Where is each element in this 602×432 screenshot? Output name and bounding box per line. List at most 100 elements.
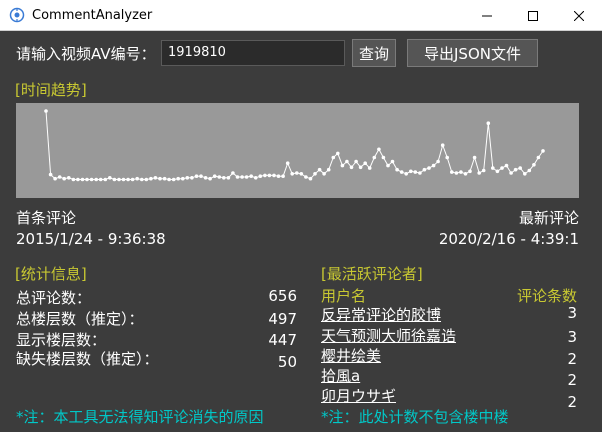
trend-data-point bbox=[44, 109, 48, 113]
minimize-icon bbox=[482, 15, 492, 16]
trend-data-point bbox=[281, 174, 285, 178]
close-icon bbox=[574, 10, 584, 21]
trend-data-point bbox=[354, 159, 358, 164]
close-button[interactable] bbox=[556, 0, 602, 31]
trend-data-point bbox=[326, 167, 331, 172]
trend-data-point bbox=[477, 171, 482, 175]
trend-data-point bbox=[112, 177, 117, 182]
trend-data-point bbox=[253, 176, 258, 180]
trend-data-point bbox=[459, 170, 463, 174]
trend-data-point bbox=[103, 177, 108, 182]
active-user-count: 3 bbox=[567, 304, 577, 322]
active-user-name[interactable]: 天气预测大师徐嘉诰 bbox=[321, 325, 456, 346]
trend-data-point bbox=[194, 174, 199, 178]
column-header-count: 评论条数 bbox=[516, 287, 577, 305]
trend-data-point bbox=[308, 176, 313, 181]
trend-data-point bbox=[235, 175, 240, 179]
trend-data-point bbox=[404, 172, 409, 176]
trend-data-point bbox=[504, 163, 509, 168]
active-user-count: 2 bbox=[567, 371, 577, 389]
trend-data-point bbox=[541, 149, 545, 153]
trend-data-point bbox=[381, 155, 386, 160]
active-user-name[interactable]: 反异常评论的胶博 bbox=[321, 304, 441, 325]
trend-data-point bbox=[491, 166, 495, 170]
trend-data-point bbox=[71, 177, 76, 182]
trend-data-point bbox=[336, 151, 340, 156]
trend-data-point bbox=[399, 170, 404, 174]
active-user-name[interactable]: 樱井绘美 bbox=[321, 345, 381, 366]
column-header-username: 用户名 bbox=[321, 287, 367, 305]
trend-data-point bbox=[450, 170, 454, 174]
trend-line-chart bbox=[44, 109, 545, 182]
trend-data-point bbox=[390, 159, 395, 164]
trend-data-point bbox=[322, 172, 326, 176]
trend-data-point bbox=[185, 176, 190, 180]
minimize-button[interactable] bbox=[464, 0, 510, 31]
stat-total-comments-label: 总评论数： bbox=[16, 289, 92, 307]
trend-data-point bbox=[203, 176, 208, 180]
trend-data-point bbox=[94, 177, 98, 182]
query-button[interactable]: 查询 bbox=[352, 39, 396, 67]
trend-data-point bbox=[263, 173, 267, 178]
trend-data-point bbox=[117, 177, 121, 182]
active-section-title: [最活跃评论者] bbox=[321, 265, 423, 283]
trend-data-point bbox=[57, 175, 62, 179]
stat-total-floors-label: 总楼层数（推定）： bbox=[16, 310, 144, 328]
stat-shown-floors-value: 447 bbox=[268, 331, 297, 349]
export-json-button[interactable]: 导出JSON文件 bbox=[407, 39, 538, 67]
trend-series-line bbox=[45, 110, 544, 180]
trend-chart bbox=[16, 103, 579, 198]
av-number-input[interactable]: 1919810 bbox=[161, 40, 345, 66]
trend-data-point bbox=[463, 172, 468, 176]
trend-data-point bbox=[217, 175, 222, 179]
stat-missing-floors-label: 缺失楼层数（推定）： bbox=[16, 350, 159, 368]
trend-data-point bbox=[48, 172, 53, 177]
trend-data-point bbox=[436, 159, 440, 164]
trend-data-point bbox=[427, 166, 431, 170]
active-note: *注：此处计数不包含楼中楼 bbox=[321, 408, 509, 426]
trend-data-point bbox=[340, 163, 345, 168]
maximize-button[interactable] bbox=[510, 0, 556, 31]
trend-data-point bbox=[299, 172, 304, 176]
trend-data-point bbox=[126, 177, 130, 182]
stat-missing-floors-value: 50 bbox=[277, 353, 297, 371]
trend-data-point bbox=[523, 172, 527, 176]
trend-data-point bbox=[363, 161, 368, 165]
active-user-count: 3 bbox=[567, 328, 577, 346]
trend-data-point bbox=[108, 176, 112, 180]
trend-data-point bbox=[518, 166, 522, 170]
trend-data-point bbox=[231, 171, 235, 175]
trend-data-point bbox=[62, 176, 66, 181]
trend-data-point bbox=[304, 175, 308, 179]
trend-data-point bbox=[190, 176, 194, 180]
trend-data-point bbox=[358, 165, 363, 170]
active-user-name[interactable]: 卯月ウサギ bbox=[321, 385, 396, 406]
trend-data-point bbox=[167, 177, 171, 182]
stats-note: *注：本工具无法得知评论消失的原因 bbox=[16, 408, 264, 426]
trend-data-point bbox=[317, 167, 322, 172]
trend-section-title: [时间趋势] bbox=[15, 81, 87, 99]
trend-data-point bbox=[285, 161, 290, 165]
last-comment-time: 2020/2/16 - 4:39:1 bbox=[438, 230, 579, 248]
trend-data-point bbox=[76, 177, 80, 182]
trend-data-point bbox=[500, 166, 504, 170]
trend-data-point bbox=[98, 177, 103, 182]
window-title: CommentAnalyzer bbox=[32, 7, 153, 23]
trend-data-point bbox=[345, 159, 349, 164]
trend-data-point bbox=[85, 177, 89, 182]
maximize-icon bbox=[528, 10, 538, 21]
trend-data-point bbox=[422, 167, 427, 172]
trend-data-point bbox=[395, 167, 399, 172]
active-user-name[interactable]: 拾風a bbox=[321, 365, 360, 386]
trend-data-point bbox=[272, 173, 276, 178]
trend-data-point bbox=[149, 176, 153, 181]
stats-section-title: [统计信息] bbox=[15, 265, 87, 283]
active-user-count: 2 bbox=[567, 350, 577, 368]
trend-data-point bbox=[208, 176, 212, 181]
trend-data-point bbox=[454, 171, 459, 175]
trend-data-point bbox=[244, 175, 249, 179]
trend-data-point bbox=[171, 177, 176, 182]
trend-data-point bbox=[418, 171, 422, 175]
trend-data-point bbox=[440, 143, 445, 147]
trend-data-point bbox=[67, 176, 71, 180]
